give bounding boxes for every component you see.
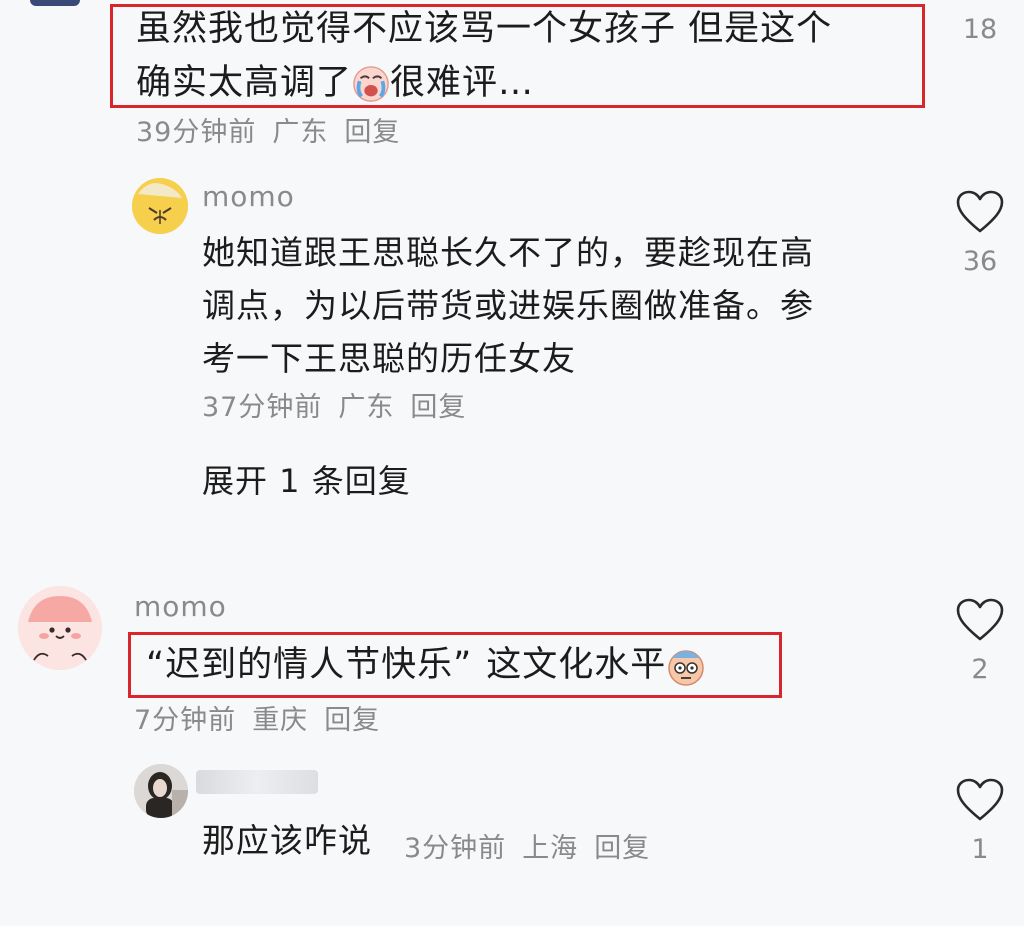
heart-outline-icon bbox=[956, 778, 1004, 821]
expand-replies-button[interactable]: 展开 1 条回复 bbox=[202, 456, 411, 502]
cartoon-avatar-icon bbox=[132, 178, 188, 234]
comment-meta: 7分钟前 重庆 回复 bbox=[134, 705, 381, 736]
comment-meta: 37分钟前 广东 回复 bbox=[202, 392, 467, 423]
comment-text: 虽然我也觉得不应该骂一个女孩子 但是这个 确实太高调了 很难评… bbox=[136, 9, 833, 103]
heart-outline-icon bbox=[956, 190, 1004, 233]
reply-button[interactable]: 回复 bbox=[410, 392, 466, 423]
like-count: 2 bbox=[971, 654, 989, 685]
reply-text: 她知道跟王思聪长久不了的，要趁现在高 调点，为以后带货或进娱乐圈做准备。参 考一… bbox=[202, 233, 814, 378]
like-button[interactable]: 36 bbox=[950, 190, 1010, 277]
avatar[interactable] bbox=[30, 0, 80, 6]
photo-avatar-icon bbox=[134, 764, 188, 818]
heart-outline-icon bbox=[956, 598, 1004, 641]
redacted-username bbox=[196, 770, 318, 794]
username[interactable]: momo bbox=[134, 590, 227, 623]
speechless-face-emoji bbox=[668, 650, 705, 686]
avatar[interactable] bbox=[18, 586, 102, 670]
like-count: 18 bbox=[962, 14, 998, 45]
like-count: 36 bbox=[962, 246, 998, 277]
like-button[interactable]: 2 bbox=[950, 598, 1010, 685]
reply-button[interactable]: 回复 bbox=[324, 705, 380, 736]
reply-button[interactable]: 回复 bbox=[344, 117, 400, 148]
comment-text: “迟到的情人节快乐” 这文化水平 bbox=[146, 638, 776, 692]
comment-feed: 虽然我也觉得不应该骂一个女孩子 但是这个 确实太高调了 很难评… 39分钟前 广东… bbox=[0, 0, 1024, 926]
comment-meta: 39分钟前 广东 回复 bbox=[136, 117, 401, 148]
reply-button[interactable]: 回复 bbox=[594, 833, 650, 864]
username[interactable]: momo bbox=[202, 180, 295, 213]
crying-face-emoji bbox=[353, 66, 389, 102]
like-button[interactable]: 1 bbox=[950, 778, 1010, 865]
reply-text: 那应该咋说 bbox=[202, 821, 372, 860]
avatar[interactable] bbox=[134, 764, 188, 818]
avatar[interactable] bbox=[132, 178, 188, 234]
cartoon-avatar-icon bbox=[18, 586, 102, 670]
comment-meta: 3分钟前 上海 回复 bbox=[404, 833, 651, 864]
like-count: 1 bbox=[971, 834, 989, 865]
